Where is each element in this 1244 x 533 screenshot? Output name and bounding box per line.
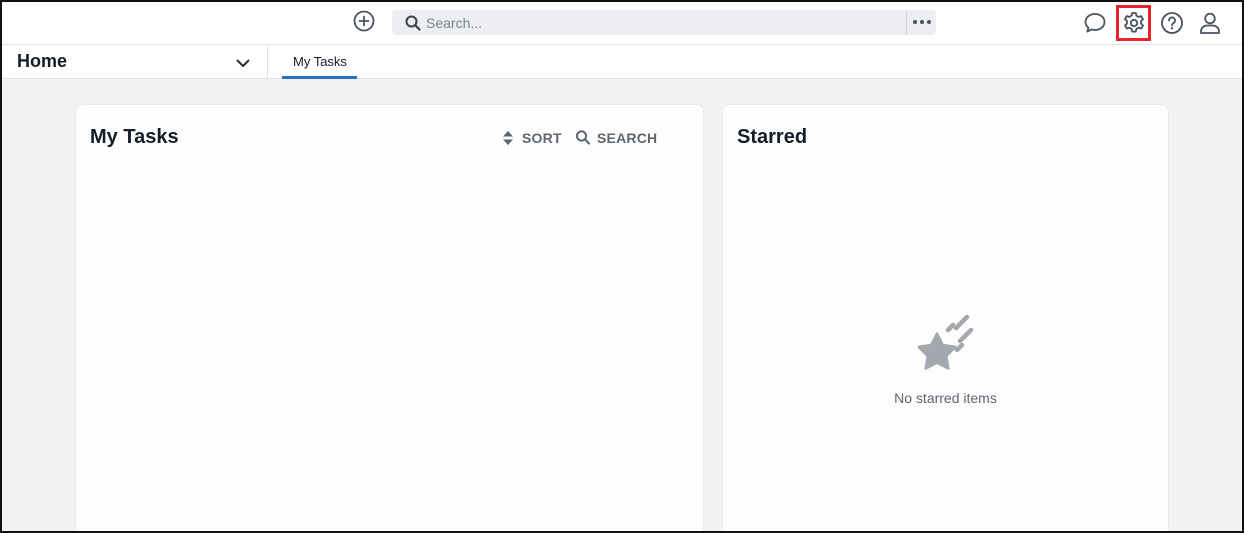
- chat-button[interactable]: [1082, 10, 1108, 36]
- workspace-selector[interactable]: Home: [0, 45, 268, 79]
- search-options-button[interactable]: [906, 10, 936, 35]
- tab-my-tasks-label: My Tasks: [293, 54, 347, 69]
- global-search: [392, 10, 936, 35]
- my-tasks-title: My Tasks: [90, 126, 179, 148]
- chevron-down-icon: [236, 59, 250, 67]
- workspace-selector-label: Home: [17, 51, 68, 71]
- plus-circle-icon: [353, 10, 375, 32]
- help-button[interactable]: [1159, 10, 1185, 36]
- help-icon: [1161, 12, 1183, 34]
- starred-title: Starred: [737, 126, 808, 148]
- add-button[interactable]: [352, 9, 376, 33]
- search-icon: [575, 130, 591, 145]
- profile-button[interactable]: [1197, 10, 1223, 36]
- top-bar: [0, 0, 1244, 45]
- my-tasks-card: My Tasks SORT SEARCH: [76, 105, 703, 533]
- search-input[interactable]: [426, 10, 891, 35]
- sort-icon: [503, 131, 513, 145]
- tab-my-tasks[interactable]: My Tasks: [282, 45, 357, 79]
- more-horizontal-icon: [913, 20, 931, 24]
- user-icon: [1200, 12, 1220, 34]
- shooting-star-icon: [917, 314, 974, 370]
- settings-highlight-box: [1116, 5, 1151, 41]
- search-icon: [405, 15, 421, 31]
- starred-card: Starred No starred items: [723, 105, 1168, 533]
- empty-state-text: No starred items: [894, 390, 997, 406]
- nav-bar: Home My Tasks: [0, 45, 1244, 79]
- search-label: SEARCH: [597, 130, 658, 146]
- chat-icon: [1084, 13, 1106, 33]
- sort-label: SORT: [522, 130, 562, 146]
